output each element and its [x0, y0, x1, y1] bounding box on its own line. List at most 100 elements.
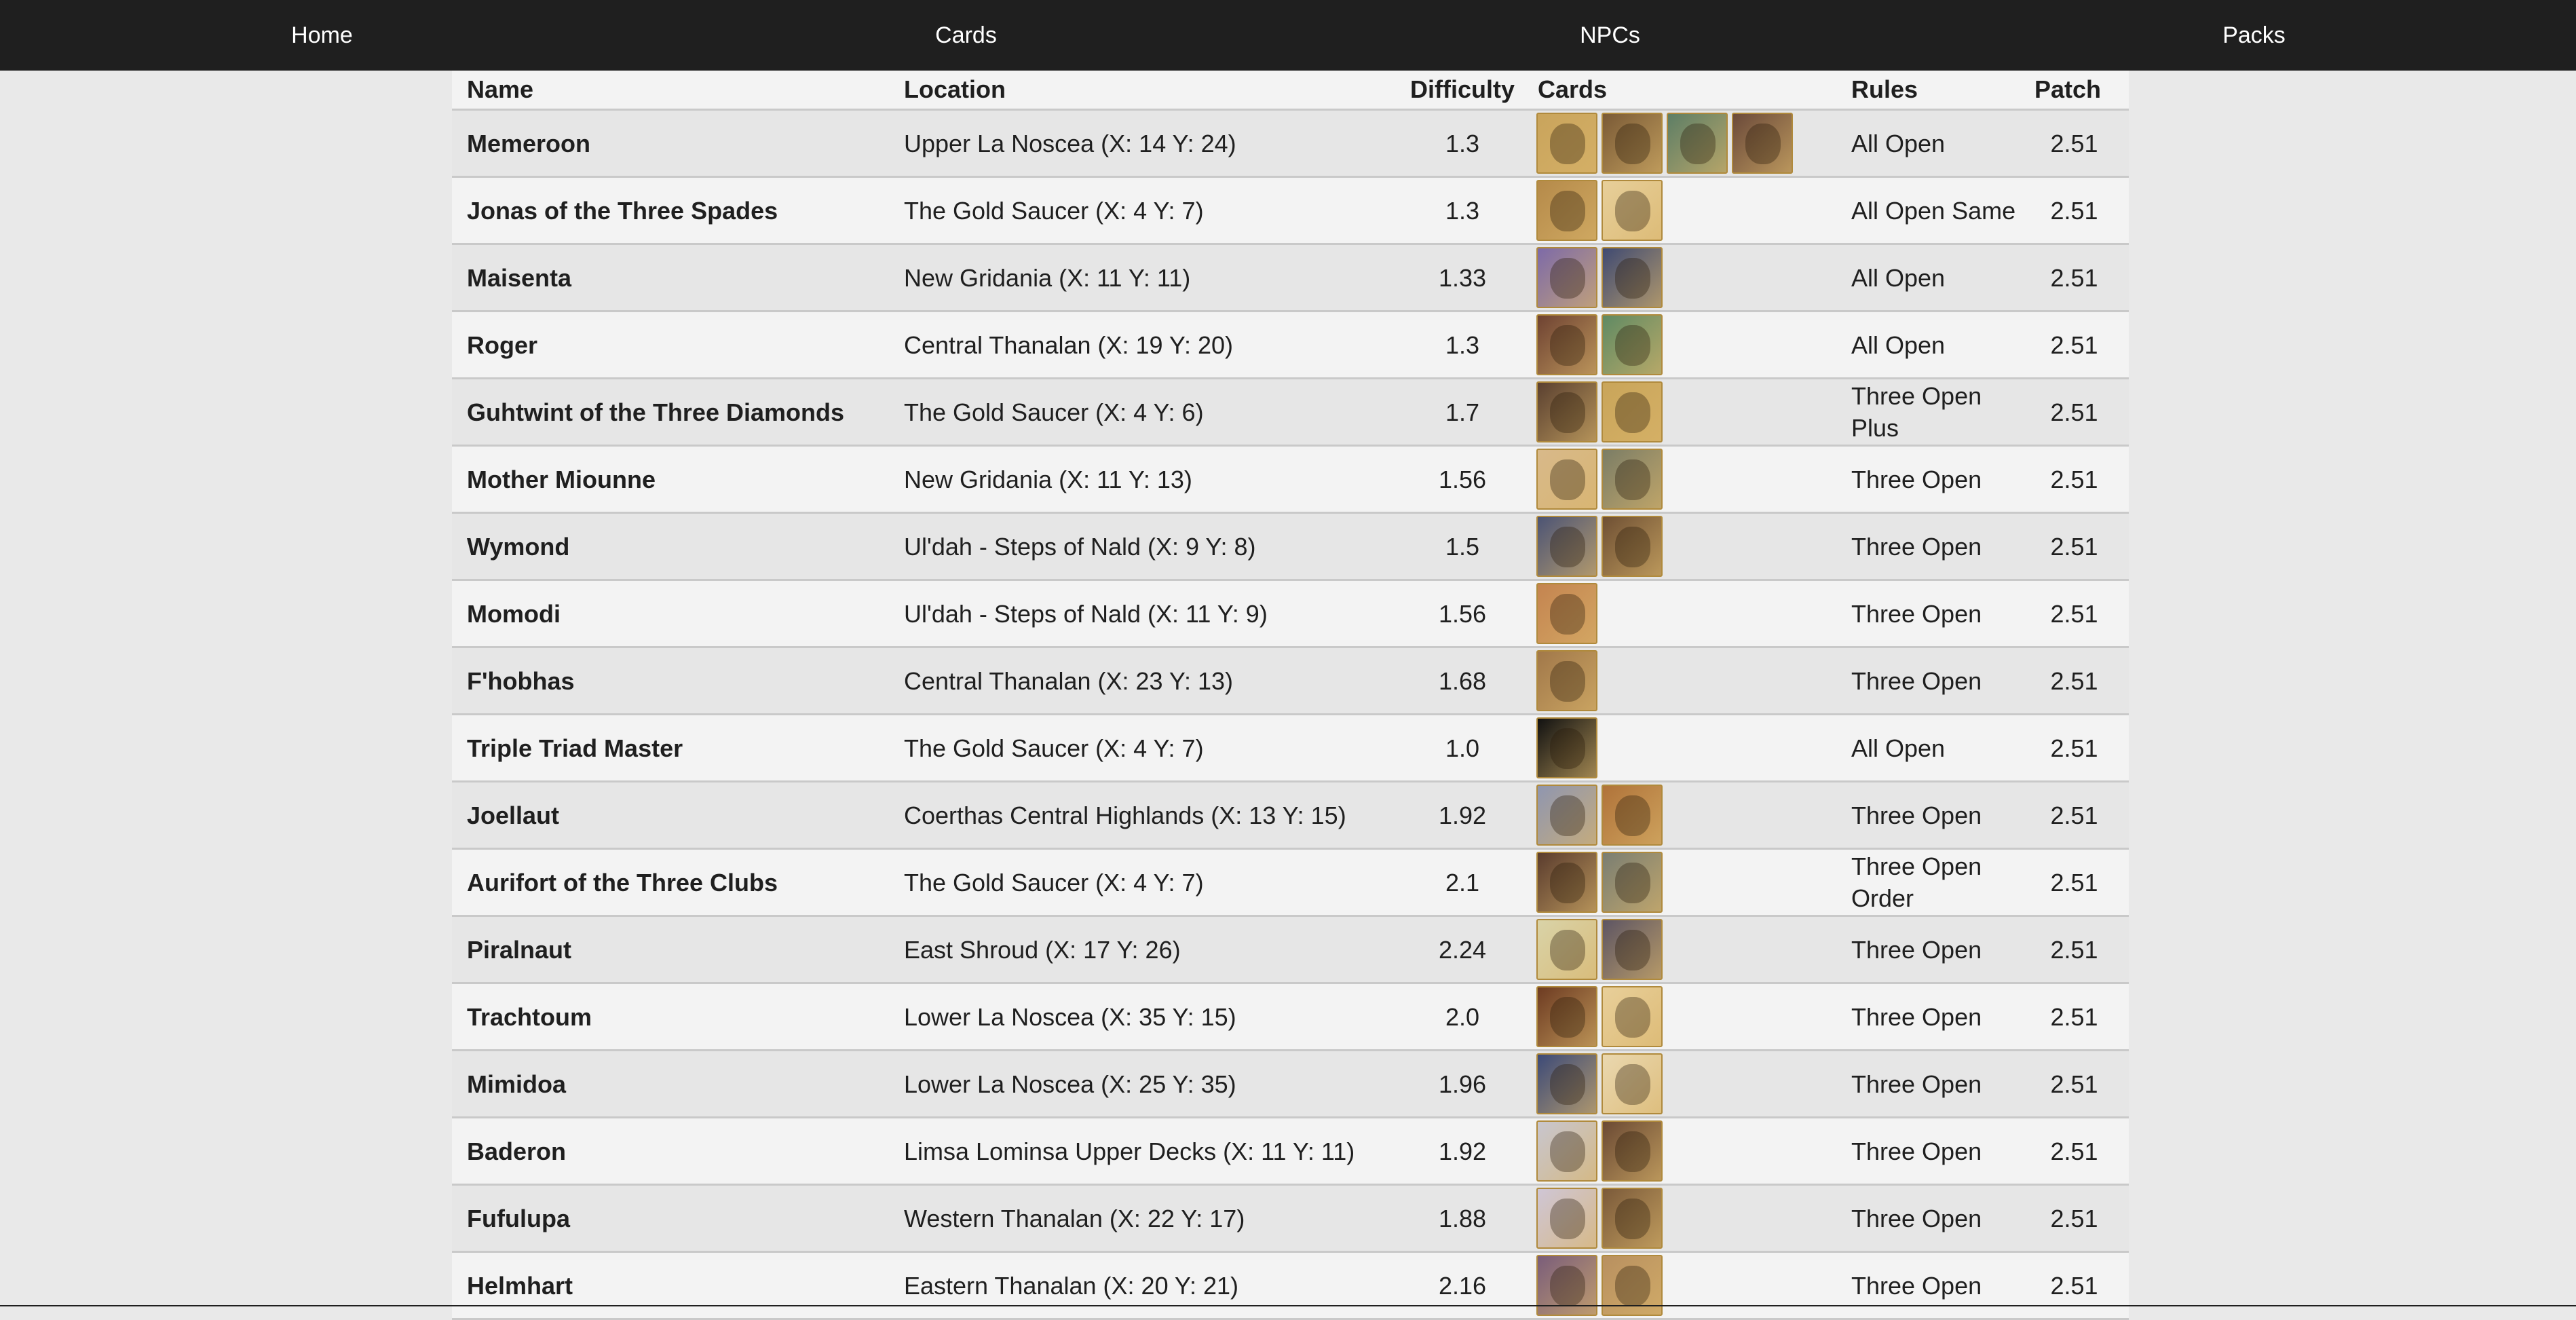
npc-patch: 2.51: [2020, 311, 2129, 379]
npc-location: Lower La Noscea (X: 25 Y: 35): [889, 1050, 1395, 1118]
npc-rules: Three Open: [1836, 1184, 2020, 1253]
card-thumbnail[interactable]: [1602, 785, 1663, 846]
card-thumbnail[interactable]: [1536, 1053, 1597, 1114]
npc-patch: 2.51: [2020, 1117, 2129, 1186]
card-thumbnail[interactable]: [1536, 1255, 1597, 1316]
card-thumbnail[interactable]: [1536, 919, 1597, 980]
card-thumbnail[interactable]: [1536, 785, 1597, 846]
card-thumbnail[interactable]: [1602, 247, 1663, 308]
npc-patch: 2.51: [2020, 848, 2129, 917]
card-thumbnail[interactable]: [1602, 381, 1663, 442]
npc-cards-cell: [1530, 109, 1836, 178]
npc-rules: All Open: [1836, 109, 2020, 178]
card-thumbnail[interactable]: [1602, 314, 1663, 375]
npc-location: Lower La Noscea (X: 35 Y: 15): [889, 983, 1395, 1051]
card-thumbnail[interactable]: [1602, 1053, 1663, 1114]
npc-difficulty: 1.33: [1395, 244, 1530, 312]
npc-cards-cell: [1530, 1251, 1836, 1320]
table-row[interactable]: F'hobhas Central Thanalan (X: 23 Y: 13) 1.…: [452, 647, 2129, 715]
card-thumbnail-list: [1536, 650, 1836, 711]
card-thumbnail[interactable]: [1602, 1188, 1663, 1249]
npc-name: Trachtoum: [452, 983, 889, 1051]
card-thumbnail[interactable]: [1536, 516, 1597, 577]
table-header-row: Name Location Difficulty Cards Rules Pat…: [452, 71, 2129, 111]
table-row[interactable]: Memeroon Upper La Noscea (X: 14 Y: 24) 1.3…: [452, 109, 2129, 178]
npc-rules: Three Open: [1836, 781, 2020, 850]
card-thumbnail[interactable]: [1732, 113, 1793, 174]
card-thumbnail[interactable]: [1602, 986, 1663, 1047]
table-row[interactable]: Joellaut Coerthas Central Highlands (X: 1…: [452, 781, 2129, 850]
card-thumbnail[interactable]: [1536, 1120, 1597, 1182]
card-thumbnail[interactable]: [1602, 449, 1663, 510]
nav-cards-link[interactable]: Cards: [644, 22, 1288, 49]
npc-rules: Three Open Order: [1836, 848, 2020, 917]
column-header-difficulty[interactable]: Difficulty: [1395, 71, 1530, 111]
card-thumbnail[interactable]: [1536, 583, 1597, 644]
card-thumbnail[interactable]: [1536, 113, 1597, 174]
card-thumbnail[interactable]: [1536, 650, 1597, 711]
card-thumbnail[interactable]: [1602, 180, 1663, 241]
table-row[interactable]: Mimidoa Lower La Noscea (X: 25 Y: 35) 1.96…: [452, 1050, 2129, 1118]
card-thumbnail[interactable]: [1536, 986, 1597, 1047]
npc-difficulty: 1.92: [1395, 781, 1530, 850]
npc-name: Triple Triad Master: [452, 714, 889, 782]
npc-location: Upper La Noscea (X: 14 Y: 24): [889, 109, 1395, 178]
npc-difficulty: 1.92: [1395, 1117, 1530, 1186]
column-header-location[interactable]: Location: [889, 71, 1395, 111]
table-row[interactable]: Baderon Limsa Lominsa Upper Decks (X: 11 …: [452, 1117, 2129, 1186]
table-row[interactable]: Aurifort of the Three Clubs The Gold Sauc…: [452, 848, 2129, 917]
card-thumbnail[interactable]: [1602, 1120, 1663, 1182]
table-row[interactable]: Fufulupa Western Thanalan (X: 22 Y: 17) 1.…: [452, 1184, 2129, 1253]
card-thumbnail[interactable]: [1536, 180, 1597, 241]
table-row[interactable]: Momodi Ul'dah - Steps of Nald (X: 11 Y: 9…: [452, 580, 2129, 648]
column-header-rules[interactable]: Rules: [1836, 71, 2020, 111]
npc-cards-cell: [1530, 311, 1836, 379]
npc-patch: 2.51: [2020, 916, 2129, 984]
card-thumbnail[interactable]: [1536, 247, 1597, 308]
npc-cards-cell: [1530, 848, 1836, 917]
nav-packs-link[interactable]: Packs: [1932, 22, 2576, 49]
card-thumbnail[interactable]: [1536, 314, 1597, 375]
npc-cards-cell: [1530, 781, 1836, 850]
npc-difficulty: 1.7: [1395, 378, 1530, 447]
card-thumbnail[interactable]: [1536, 449, 1597, 510]
table-row[interactable]: Maisenta New Gridania (X: 11 Y: 11) 1.33 Al…: [452, 244, 2129, 312]
card-thumbnail[interactable]: [1602, 852, 1663, 913]
card-thumbnail[interactable]: [1602, 113, 1663, 174]
table-row[interactable]: Trachtoum Lower La Noscea (X: 35 Y: 15) 2.…: [452, 983, 2129, 1051]
card-thumbnail[interactable]: [1602, 919, 1663, 980]
card-thumbnail[interactable]: [1536, 1188, 1597, 1249]
table-row[interactable]: Triple Triad Master The Gold Saucer (X: 4…: [452, 714, 2129, 782]
npc-name: Roger: [452, 311, 889, 379]
npc-location: East Shroud (X: 17 Y: 26): [889, 916, 1395, 984]
card-thumbnail[interactable]: [1536, 717, 1597, 778]
table-row[interactable]: Mother Miounne New Gridania (X: 11 Y: 13)…: [452, 445, 2129, 514]
card-thumbnail[interactable]: [1602, 1255, 1663, 1316]
npc-difficulty: 1.56: [1395, 580, 1530, 648]
card-thumbnail[interactable]: [1667, 113, 1728, 174]
table-row[interactable]: Jonas of the Three Spades The Gold Saucer…: [452, 176, 2129, 245]
npc-name: Baderon: [452, 1117, 889, 1186]
card-thumbnail[interactable]: [1536, 381, 1597, 442]
table-row[interactable]: Helmhart Eastern Thanalan (X: 20 Y: 21) 2.…: [452, 1251, 2129, 1320]
npc-patch: 2.51: [2020, 176, 2129, 245]
npc-difficulty: 1.3: [1395, 176, 1530, 245]
npc-name: Helmhart: [452, 1251, 889, 1320]
card-thumbnail[interactable]: [1536, 852, 1597, 913]
nav-npcs-link[interactable]: NPCs: [1288, 22, 1932, 49]
table-row[interactable]: Guhtwint of the Three Diamonds The Gold S…: [452, 378, 2129, 447]
npc-name: Guhtwint of the Three Diamonds: [452, 378, 889, 447]
column-header-name[interactable]: Name: [452, 71, 889, 111]
table-row[interactable]: Roger Central Thanalan (X: 19 Y: 20) 1.3 Al…: [452, 311, 2129, 379]
table-row[interactable]: Wymond Ul'dah - Steps of Nald (X: 9 Y: 8)…: [452, 512, 2129, 581]
column-header-patch[interactable]: Patch: [2020, 71, 2129, 111]
nav-home-link[interactable]: Home: [0, 22, 644, 49]
npc-cards-cell: [1530, 445, 1836, 514]
table-row[interactable]: Piralnaut East Shroud (X: 17 Y: 26) 2.24 Th…: [452, 916, 2129, 984]
card-thumbnail-list: [1536, 516, 1836, 577]
npc-cards-cell: [1530, 916, 1836, 984]
npc-rules: Three Open: [1836, 916, 2020, 984]
npc-table-container: Name Location Difficulty Cards Rules Pat…: [452, 71, 2129, 1320]
card-thumbnail[interactable]: [1602, 516, 1663, 577]
npc-location: The Gold Saucer (X: 4 Y: 7): [889, 848, 1395, 917]
